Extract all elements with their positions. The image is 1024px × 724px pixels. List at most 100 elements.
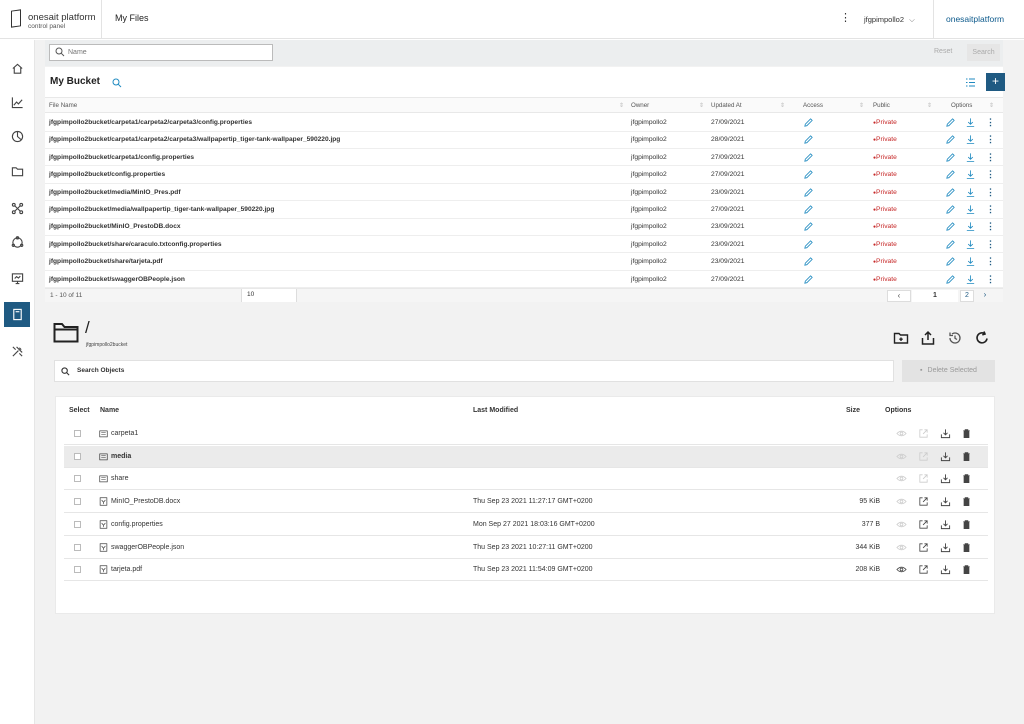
cycle-icon[interactable] <box>9 234 26 251</box>
row-menu-icon[interactable]: ⋮ <box>986 134 995 145</box>
table-row[interactable]: jfgpimpollo2bucket/config.properties jfgp… <box>45 166 1003 184</box>
trash-icon[interactable] <box>961 542 972 553</box>
edit-icon[interactable] <box>945 117 956 128</box>
table-row[interactable]: jfgpimpollo2bucket/swaggerOBPeople.json j… <box>45 271 1003 289</box>
new-folder-icon[interactable] <box>893 330 909 346</box>
row-menu-icon[interactable]: ⋮ <box>986 152 995 163</box>
logo[interactable]: onesait platform control panel <box>11 9 101 31</box>
column-header-updated-at[interactable]: Updated At <box>711 102 742 109</box>
object-name[interactable]: carpeta1 <box>111 430 138 437</box>
download-icon[interactable] <box>965 239 976 250</box>
download-icon[interactable] <box>940 473 951 484</box>
select-checkbox[interactable] <box>74 498 81 506</box>
upload-icon[interactable] <box>920 330 936 346</box>
select-checkbox[interactable] <box>74 520 81 528</box>
trash-icon[interactable] <box>961 496 972 507</box>
sort-icon[interactable]: ⇕ <box>927 102 932 109</box>
edit-access-icon[interactable] <box>803 134 814 145</box>
download-icon[interactable] <box>965 256 976 267</box>
monitor-icon[interactable] <box>9 270 26 287</box>
trash-icon[interactable] <box>961 519 972 530</box>
preview-icon[interactable] <box>896 451 907 462</box>
table-row[interactable]: jfgpimpollo2bucket/carpeta1/carpeta2/car… <box>45 114 1003 132</box>
preview-icon[interactable] <box>896 428 907 439</box>
row-menu-icon[interactable]: ⋮ <box>986 274 995 285</box>
search-objects-input[interactable]: Search Objects <box>54 360 894 382</box>
sort-icon[interactable]: ⇕ <box>859 102 864 109</box>
download-icon[interactable] <box>965 152 976 163</box>
select-checkbox[interactable] <box>74 430 81 437</box>
object-row[interactable]: swaggerOBPeople.json Thu Sep 23 2021 10:2… <box>64 537 988 559</box>
page-size-select[interactable]: 10 <box>241 289 297 302</box>
table-row[interactable]: jfgpimpollo2bucket/share/caraculo.txtcon… <box>45 236 1003 254</box>
share-icon[interactable] <box>918 451 929 462</box>
delete-selected-button[interactable]: ▪ Delete Selected <box>902 360 995 382</box>
download-icon[interactable] <box>965 117 976 128</box>
user-menu[interactable]: jfgpimpollo2 ⌵ <box>864 15 915 25</box>
table-row[interactable]: jfgpimpollo2bucket/MinIO_PrestoDB.docx jf… <box>45 218 1003 236</box>
column-header-owner[interactable]: Owner <box>631 102 649 109</box>
select-checkbox[interactable] <box>74 566 81 574</box>
edit-access-icon[interactable] <box>803 187 814 198</box>
object-row[interactable]: carpeta1 <box>64 423 988 445</box>
download-icon[interactable] <box>965 187 976 198</box>
object-name[interactable]: media <box>111 453 131 460</box>
list-view-icon[interactable] <box>965 77 976 88</box>
download-icon[interactable] <box>965 274 976 285</box>
object-row[interactable]: MinIO_PrestoDB.docx Thu Sep 23 2021 11:27… <box>64 491 988 514</box>
edit-icon[interactable] <box>945 134 956 145</box>
preview-icon[interactable] <box>896 496 907 507</box>
column-header-size[interactable]: Size <box>846 407 860 414</box>
sort-icon[interactable]: ⇕ <box>699 102 704 109</box>
table-row[interactable]: jfgpimpollo2bucket/media/MinIO_Pres.pdf j… <box>45 184 1003 202</box>
edit-icon[interactable] <box>945 169 956 180</box>
more-options-icon[interactable]: ⋮ <box>840 11 851 24</box>
share-icon[interactable] <box>918 428 929 439</box>
column-header-access[interactable]: Access <box>803 102 823 109</box>
current-page[interactable]: 1 <box>912 290 958 302</box>
edit-icon[interactable] <box>945 221 956 232</box>
download-icon[interactable] <box>965 221 976 232</box>
preview-icon[interactable] <box>896 542 907 553</box>
column-header-file-name[interactable]: File Name <box>49 102 77 109</box>
brand-link[interactable]: onesaitplatform <box>946 14 1004 24</box>
folder-icon[interactable] <box>9 163 26 180</box>
select-checkbox[interactable] <box>74 475 81 483</box>
trash-icon[interactable] <box>961 428 972 439</box>
edit-icon[interactable] <box>945 239 956 250</box>
edit-access-icon[interactable] <box>803 204 814 215</box>
row-menu-icon[interactable]: ⋮ <box>986 204 995 215</box>
share-icon[interactable] <box>918 542 929 553</box>
edit-access-icon[interactable] <box>803 239 814 250</box>
edit-access-icon[interactable] <box>803 274 814 285</box>
edit-access-icon[interactable] <box>803 256 814 267</box>
share-icon[interactable] <box>918 519 929 530</box>
download-icon[interactable] <box>965 169 976 180</box>
edit-icon[interactable] <box>945 152 956 163</box>
edit-icon[interactable] <box>945 274 956 285</box>
row-menu-icon[interactable]: ⋮ <box>986 117 995 128</box>
download-icon[interactable] <box>965 134 976 145</box>
sort-icon[interactable]: ⇕ <box>619 102 624 109</box>
pie-icon[interactable] <box>9 128 26 145</box>
column-header-public[interactable]: Public <box>873 102 890 109</box>
object-name[interactable]: config.properties <box>111 521 163 528</box>
table-row[interactable]: jfgpimpollo2bucket/carpeta1/config.prope… <box>45 149 1003 167</box>
chart-icon[interactable] <box>9 94 26 111</box>
table-row[interactable]: jfgpimpollo2bucket/share/tarjeta.pdf jfgp… <box>45 253 1003 271</box>
download-icon[interactable] <box>940 451 951 462</box>
home-icon[interactable] <box>9 60 26 77</box>
edit-access-icon[interactable] <box>803 152 814 163</box>
object-row[interactable]: media <box>64 445 988 468</box>
add-button[interactable]: + <box>986 73 1005 91</box>
previous-page-button[interactable]: ‹ <box>887 290 911 302</box>
download-icon[interactable] <box>965 204 976 215</box>
object-row[interactable]: share <box>64 468 988 491</box>
share-icon[interactable] <box>918 564 929 575</box>
edit-access-icon[interactable] <box>803 221 814 232</box>
row-menu-icon[interactable]: ⋮ <box>986 221 995 232</box>
select-checkbox[interactable] <box>74 452 81 460</box>
trash-icon[interactable] <box>961 451 972 462</box>
column-header-name[interactable]: Name <box>100 407 119 414</box>
table-row[interactable]: jfgpimpollo2bucket/carpeta1/carpeta2/car… <box>45 131 1003 149</box>
